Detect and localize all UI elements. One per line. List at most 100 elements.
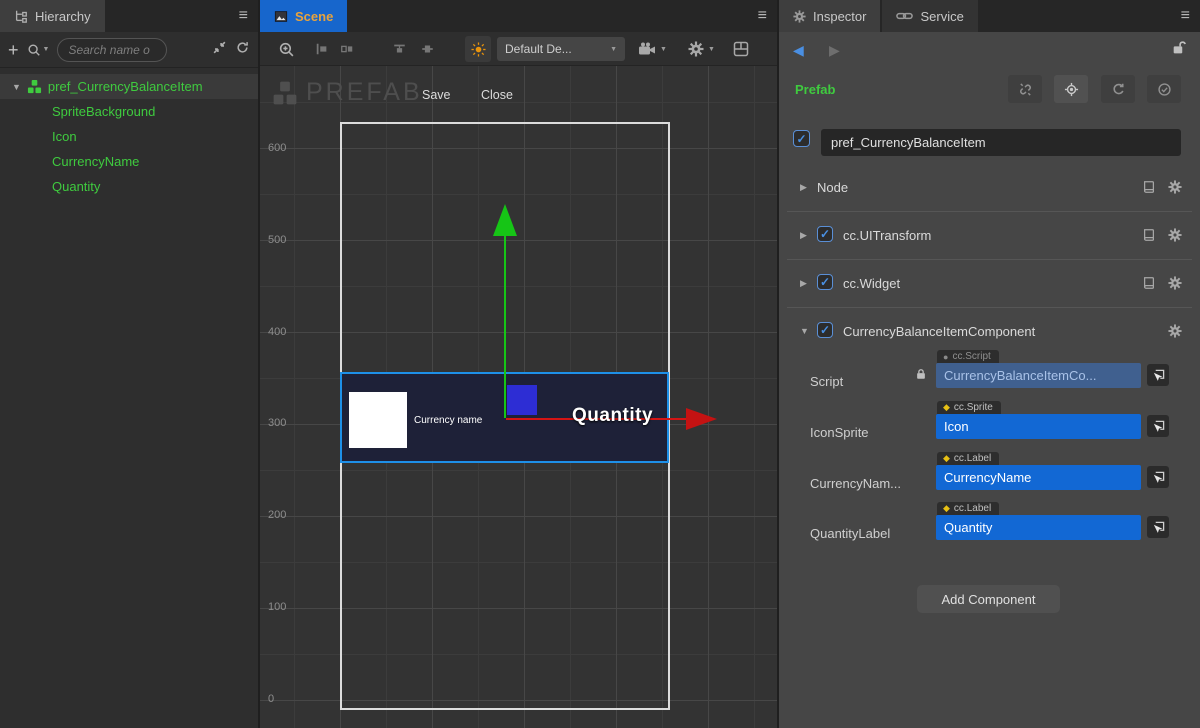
section-currencybalanceitemcomponent[interactable]: ▼ ✓ CurrencyBalanceItemComponent <box>779 320 1200 344</box>
prefab-unlink-button[interactable] <box>1008 75 1042 103</box>
section-uitransform-label: cc.UITransform <box>843 228 931 243</box>
gizmo-xy-plane-handle[interactable] <box>507 385 537 415</box>
search-input[interactable] <box>57 38 167 62</box>
prefab-reset-button[interactable] <box>1101 75 1135 103</box>
section-separator <box>787 211 1192 212</box>
ruler-label: 400 <box>268 326 286 338</box>
align-left-tool-button[interactable] <box>315 32 329 66</box>
component-gear-icon[interactable] <box>1168 180 1182 199</box>
expand-arrow-icon[interactable]: ▶ <box>800 182 807 193</box>
expand-arrow-icon[interactable]: ▼ <box>800 326 809 336</box>
inspector-lock-button[interactable] <box>1171 40 1186 60</box>
distribute-middle-tool-button[interactable] <box>420 32 435 66</box>
refresh-button[interactable] <box>235 40 250 60</box>
collapse-all-button[interactable] <box>212 40 227 60</box>
tab-service-label: Service <box>920 9 963 24</box>
tree-node-quantity[interactable]: Quantity <box>0 174 258 199</box>
section-separator <box>787 259 1192 260</box>
layout-button[interactable] <box>733 32 749 66</box>
expand-arrow-icon[interactable]: ▶ <box>800 278 807 289</box>
node-active-checkbox[interactable]: ✓ <box>793 130 810 147</box>
tab-inspector[interactable]: Inspector <box>779 0 880 32</box>
scene-viewport[interactable]: 600 500 400 300 200 100 0 PREFAB Save Cl… <box>260 66 777 728</box>
tree-node-root[interactable]: ▼ pref_CurrencyBalanceItem <box>0 74 258 99</box>
section-widget[interactable]: ▶ ✓ cc.Widget <box>779 272 1200 296</box>
property-label: Script <box>810 374 843 389</box>
widget-enabled-checkbox[interactable]: ✓ <box>817 274 833 290</box>
scene-menu-icon[interactable]: ≡ <box>758 0 767 32</box>
camera-menu-button[interactable]: ▼ <box>638 32 667 66</box>
script-reference-field[interactable]: CurrencyBalanceItemCo... <box>936 363 1141 388</box>
tree-node-icon[interactable]: Icon <box>0 124 258 149</box>
search-filter-button[interactable]: ▼ <box>27 43 50 57</box>
prefab-watermark: PREFAB <box>272 78 423 107</box>
tree-node-spritebackground[interactable]: SpriteBackground <box>0 99 258 124</box>
section-uitransform[interactable]: ▶ ✓ cc.UITransform <box>779 224 1200 248</box>
distribute-top-tool-button[interactable] <box>392 32 407 66</box>
unlink-icon <box>1018 82 1033 97</box>
node-name-input[interactable] <box>821 129 1181 156</box>
history-forward-button[interactable]: ▶ <box>829 42 840 59</box>
section-node-label: Node <box>817 180 848 195</box>
expand-arrow-icon[interactable]: ▶ <box>800 230 807 241</box>
picker-cursor-icon <box>1152 521 1165 534</box>
prefab-badge: Prefab <box>795 82 835 97</box>
editor-window: Hierarchy ≡ + ▼ ▼ pref_CurrencyBalanceIt… <box>0 0 1200 728</box>
property-row-currencyname: CurrencyNam... ◆ cc.Label CurrencyName <box>779 452 1200 500</box>
gizmo-x-arrowhead-icon[interactable] <box>686 408 717 430</box>
reference-picker-button[interactable] <box>1147 364 1169 386</box>
component-enabled-checkbox[interactable]: ✓ <box>817 322 833 338</box>
type-diamond-icon: ◆ <box>943 402 950 413</box>
component-gear-icon[interactable] <box>1168 324 1182 343</box>
tab-scene[interactable]: Scene <box>260 0 347 32</box>
currencyname-reference-field[interactable]: CurrencyName <box>936 465 1141 490</box>
uitransform-enabled-checkbox[interactable]: ✓ <box>817 226 833 242</box>
quantitylabel-reference-field[interactable]: Quantity <box>936 515 1141 540</box>
scene-panel: Scene ≡ Default De... <box>260 0 777 728</box>
prefab-save-button[interactable]: Save <box>422 88 451 102</box>
scene-tabbar: Scene ≡ <box>260 0 777 32</box>
device-dropdown[interactable]: Default De... ▼ <box>497 37 625 61</box>
type-diamond-icon: ◆ <box>943 453 950 464</box>
iconsprite-reference-field[interactable]: Icon <box>936 414 1141 439</box>
type-tag-chip: ◆ cc.Sprite <box>937 401 1001 414</box>
add-component-button[interactable]: Add Component <box>917 585 1060 613</box>
zoom-tool-button[interactable] <box>278 32 295 66</box>
reference-picker-button[interactable] <box>1147 415 1169 437</box>
tab-hierarchy[interactable]: Hierarchy <box>0 0 105 32</box>
docs-book-icon[interactable] <box>1142 228 1156 247</box>
hierarchy-tree: ▼ pref_CurrencyBalanceItem SpriteBackgro… <box>0 68 258 199</box>
docs-book-icon[interactable] <box>1142 276 1156 295</box>
inspector-gear-icon <box>793 10 806 23</box>
device-dropdown-value: Default De... <box>505 42 572 56</box>
property-label: QuantityLabel <box>810 526 890 541</box>
tab-inspector-label: Inspector <box>813 9 866 24</box>
section-node[interactable]: ▶ Node <box>779 176 1200 200</box>
prefab-locate-button[interactable] <box>1054 75 1088 103</box>
lighting-toggle-button[interactable] <box>465 36 491 62</box>
expand-arrow-icon[interactable]: ▼ <box>12 82 21 92</box>
type-diamond-icon: ◆ <box>943 503 950 514</box>
camera-caret-icon: ▼ <box>660 46 667 53</box>
align-center-tool-button[interactable] <box>340 32 354 66</box>
prefab-apply-button[interactable] <box>1147 75 1181 103</box>
history-back-button[interactable]: ◀ <box>793 42 804 59</box>
scene-settings-button[interactable]: ▼ <box>688 32 715 66</box>
create-node-button[interactable]: + <box>8 41 19 59</box>
tree-node-currencyname[interactable]: CurrencyName <box>0 149 258 174</box>
gizmo-y-arrowhead-icon[interactable] <box>493 204 517 236</box>
reference-picker-button[interactable] <box>1147 466 1169 488</box>
dropdown-caret-icon: ▼ <box>610 46 617 53</box>
reference-picker-button[interactable] <box>1147 516 1169 538</box>
component-gear-icon[interactable] <box>1168 276 1182 295</box>
docs-book-icon[interactable] <box>1142 180 1156 199</box>
ruler-label: 500 <box>268 234 286 246</box>
zoom-in-icon <box>278 41 295 58</box>
inspector-menu-icon[interactable]: ≡ <box>1181 0 1190 32</box>
hierarchy-menu-icon[interactable]: ≡ <box>239 0 248 32</box>
component-gear-icon[interactable] <box>1168 228 1182 247</box>
tab-service[interactable]: Service <box>882 0 977 32</box>
prefab-close-button[interactable]: Close <box>481 88 513 102</box>
tree-node-label: Quantity <box>52 179 100 194</box>
gizmo-y-axis[interactable] <box>504 236 506 418</box>
